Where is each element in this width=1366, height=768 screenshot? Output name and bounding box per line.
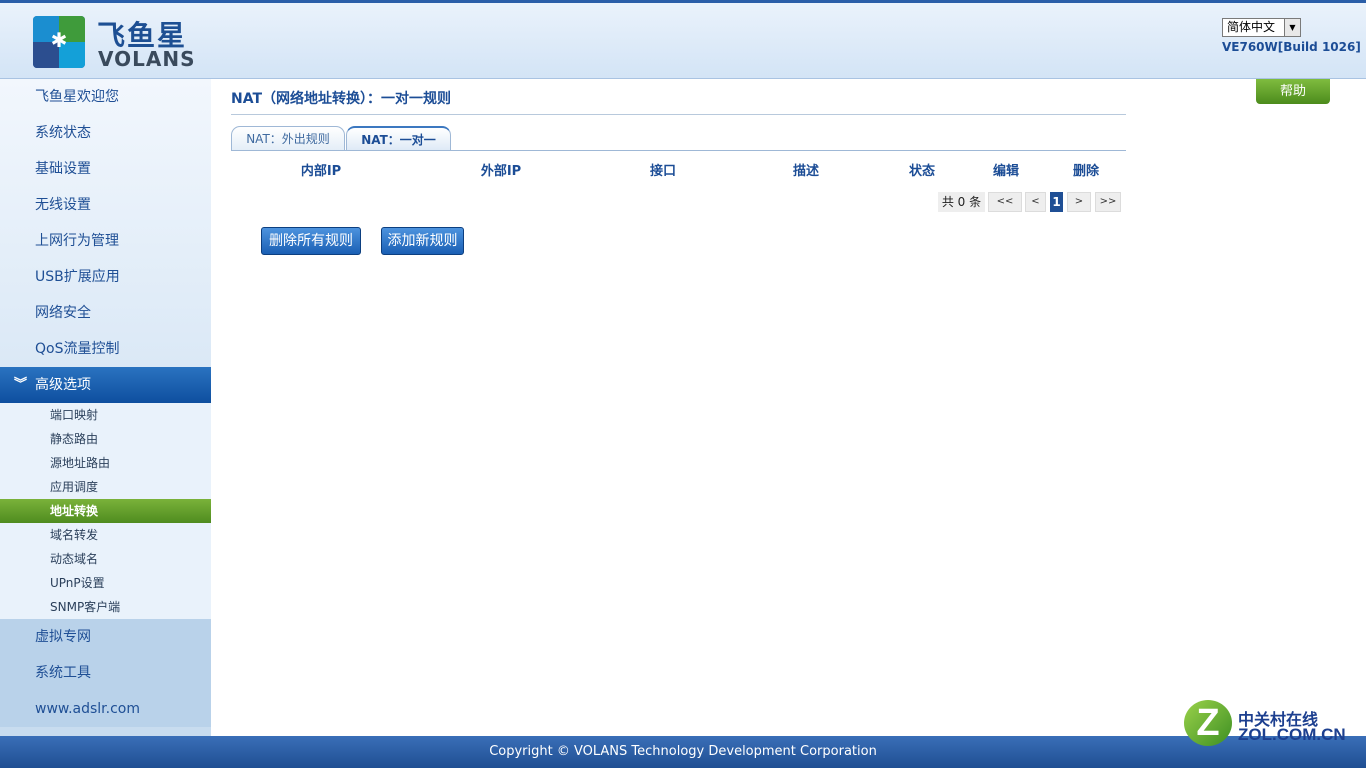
sidebar-item-advanced[interactable]: ︾ 高级选项 — [0, 367, 211, 403]
column-header-delete: 删除 — [1072, 164, 1100, 179]
tab-nat-one-to-one[interactable]: NAT：一对一 — [346, 126, 451, 151]
watermark-en: ZOL.COM.CN — [1238, 725, 1346, 744]
last-page-button[interactable]: >> — [1095, 192, 1121, 212]
zol-watermark: Z 中关村在线 ZOL.COM.CN — [1184, 700, 1354, 748]
column-header-interface: 接口 — [649, 164, 677, 179]
record-count: 共 0 条 — [938, 192, 985, 212]
submenu-item-upnp[interactable]: UPnP设置 — [0, 571, 211, 595]
sidebar-item-system-status[interactable]: 系统状态 — [0, 115, 211, 151]
sidebar-item-usb[interactable]: USB扩展应用 — [0, 259, 211, 295]
copyright-text: Copyright © VOLANS Technology Developmen… — [489, 744, 877, 759]
chevron-down-icon[interactable]: ▼ — [1284, 19, 1300, 36]
column-header-description: 描述 — [792, 164, 820, 179]
submenu-item-snmp[interactable]: SNMP客户端 — [0, 595, 211, 619]
submenu-item-static-route[interactable]: 静态路由 — [0, 427, 211, 451]
submenu-item-domain-forward[interactable]: 域名转发 — [0, 523, 211, 547]
sidebar-item-wireless[interactable]: 无线设置 — [0, 187, 211, 223]
column-header-internal-ip: 内部IP — [300, 164, 342, 179]
sidebar-item-qos[interactable]: QoS流量控制 — [0, 331, 211, 367]
prev-page-button[interactable]: < — [1025, 192, 1046, 212]
submenu-item-port-mapping[interactable]: 端口映射 — [0, 403, 211, 427]
language-value: 简体中文 — [1227, 20, 1276, 34]
submenu-item-app-scheduling[interactable]: 应用调度 — [0, 475, 211, 499]
submenu-item-nat[interactable]: 地址转换 — [0, 499, 211, 523]
volans-logo[interactable]: ✱ 飞鱼星 VOLANS — [33, 14, 196, 71]
sidebar-item-system-tools[interactable]: 系统工具 — [0, 655, 211, 691]
sidebar-item-label: 高级选项 — [35, 377, 91, 393]
current-page[interactable]: 1 — [1050, 192, 1063, 212]
logo-mark-icon: ✱ — [33, 16, 85, 68]
first-page-button[interactable]: << — [988, 192, 1022, 212]
sidebar-item-vpn[interactable]: 虚拟专网 — [0, 619, 211, 655]
firmware-build: VE760W[Build 1026] — [1222, 40, 1361, 54]
page-title: NAT（网络地址转换）：一对一规则 — [231, 91, 452, 107]
next-page-button[interactable]: > — [1067, 192, 1091, 212]
sidebar: 飞鱼星欢迎您 系统状态 基础设置 无线设置 上网行为管理 USB扩展应用 网络安… — [0, 79, 211, 736]
header: ✱ 飞鱼星 VOLANS 简体中文 ▼ VE760W[Build 1026] — [0, 0, 1366, 79]
logo-text-en: VOLANS — [98, 47, 196, 71]
sidebar-link-website[interactable]: www.adslr.com — [0, 691, 211, 727]
sidebar-item-network-security[interactable]: 网络安全 — [0, 295, 211, 331]
column-header-edit: 编辑 — [992, 164, 1020, 179]
column-header-external-ip: 外部IP — [480, 164, 522, 179]
footer: Copyright © VOLANS Technology Developmen… — [0, 736, 1366, 768]
tab-divider — [231, 150, 1126, 151]
sidebar-item-behavior-management[interactable]: 上网行为管理 — [0, 223, 211, 259]
zol-logo-icon: Z — [1184, 700, 1232, 746]
advanced-submenu: 端口映射 静态路由 源地址路由 应用调度 地址转换 域名转发 动态域名 UPnP… — [0, 403, 211, 619]
submenu-item-ddns[interactable]: 动态域名 — [0, 547, 211, 571]
sidebar-item-welcome[interactable]: 飞鱼星欢迎您 — [0, 79, 211, 115]
column-header-status: 状态 — [908, 164, 936, 179]
help-button[interactable]: 帮助 — [1256, 79, 1330, 104]
sidebar-item-basic-settings[interactable]: 基础设置 — [0, 151, 211, 187]
tab-nat-outbound[interactable]: NAT：外出规则 — [231, 126, 345, 151]
double-chevron-down-icon: ︾ — [14, 377, 28, 392]
language-select[interactable]: 简体中文 ▼ — [1222, 18, 1301, 37]
title-divider — [231, 114, 1126, 115]
submenu-item-source-route[interactable]: 源地址路由 — [0, 451, 211, 475]
add-new-rule-button[interactable]: 添加新规则 — [381, 227, 464, 255]
delete-all-rules-button[interactable]: 删除所有规则 — [261, 227, 361, 255]
